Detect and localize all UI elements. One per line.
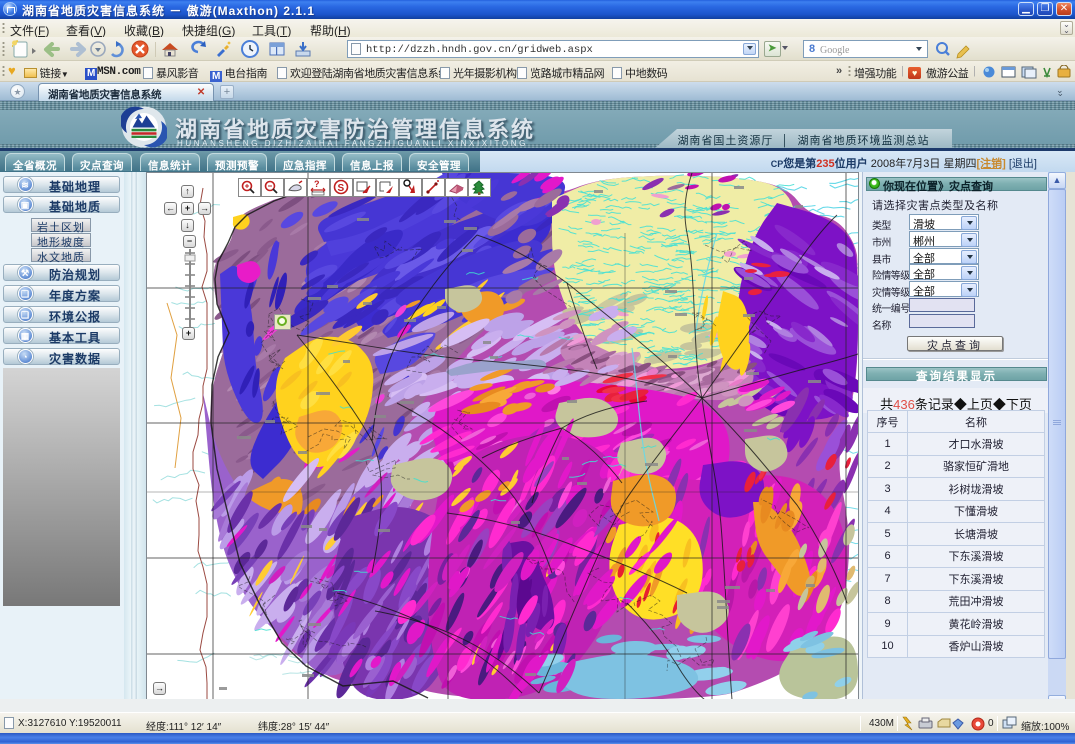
svg-text:S: S [338, 183, 345, 194]
svg-text:?: ? [314, 179, 320, 189]
